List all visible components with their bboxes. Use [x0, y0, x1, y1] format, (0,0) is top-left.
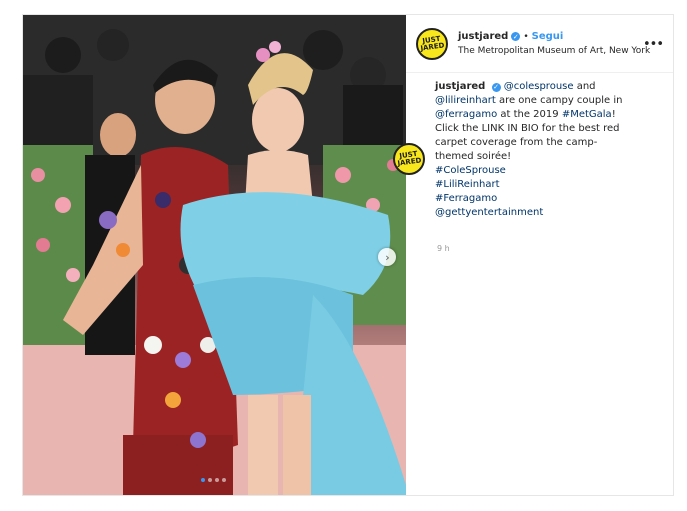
carousel-dots [201, 478, 226, 482]
caption-line-4: Click the LINK IN BIO for the best red [435, 123, 620, 134]
location-link[interactable]: The Metropolitan Museum of Art, New York [458, 46, 650, 56]
caption-block: JUST JARED justjared ✓ @colesprouse and … [393, 80, 648, 220]
carousel-dot [215, 478, 219, 482]
caption-line-2: @lilireinhart are one campy couple in [435, 94, 640, 108]
carousel-next-button[interactable]: › [378, 248, 396, 266]
mention-ferragamo[interactable]: @ferragamo [435, 109, 497, 120]
post-age: 9 h [437, 244, 450, 253]
separator: • [523, 31, 529, 42]
verified-badge-icon: ✓ [491, 82, 501, 92]
header-text: justjared ✓ • Segui The Metropolitan Mus… [458, 31, 650, 56]
hashtag-lilireinhart[interactable]: #LiliReinhart [435, 178, 640, 192]
caption-text-fragment: at the 2019 [497, 109, 562, 120]
mention-gettyentertainment[interactable]: @gettyentertainment [435, 206, 640, 220]
carousel-dot [201, 478, 205, 482]
post-header: JUST JARED justjared ✓ • Segui The Metro… [406, 15, 673, 73]
mention-colesprouse[interactable]: @colesprouse [504, 81, 574, 92]
caption-text: justjared ✓ @colesprouse and @lilireinha… [435, 80, 640, 220]
photo-illustration [23, 15, 406, 495]
caption-text-fragment: and [573, 81, 596, 92]
follow-button[interactable]: Segui [532, 31, 564, 42]
caption-line-6: themed soirée! [435, 151, 512, 162]
caption-text-fragment: ! [611, 109, 616, 120]
post-photo[interactable]: › [23, 15, 406, 495]
caption-avatar[interactable]: JUST JARED [393, 143, 425, 175]
username-link[interactable]: justjared [458, 31, 508, 42]
header-top-row: justjared ✓ • Segui [458, 31, 650, 42]
more-options-icon[interactable]: ••• [643, 37, 664, 52]
carousel-dot [222, 478, 226, 482]
justjared-logo: JUST JARED [396, 149, 422, 168]
hashtag-ferragamo[interactable]: #Ferragamo [435, 192, 640, 206]
caption-line-1: justjared ✓ @colesprouse and [435, 80, 640, 94]
avatar[interactable]: JUST JARED [416, 27, 448, 60]
mention-lilireinhart[interactable]: @lilireinhart [435, 95, 496, 106]
justjared-logo: JUST JARED [419, 34, 445, 53]
chevron-right-icon: › [385, 250, 390, 264]
hashtag-colesprouse[interactable]: #ColeSprouse [435, 164, 640, 178]
caption-text-fragment: are one campy couple in [495, 95, 623, 106]
caption-line-5: carpet coverage from the camp- [435, 137, 598, 148]
carousel-dot [208, 478, 212, 482]
caption-username[interactable]: justjared [435, 81, 485, 92]
caption-line-3: @ferragamo at the 2019 #MetGala! [435, 108, 640, 122]
verified-badge-icon: ✓ [511, 32, 521, 41]
hashtag-metgala[interactable]: #MetGala [562, 109, 612, 120]
